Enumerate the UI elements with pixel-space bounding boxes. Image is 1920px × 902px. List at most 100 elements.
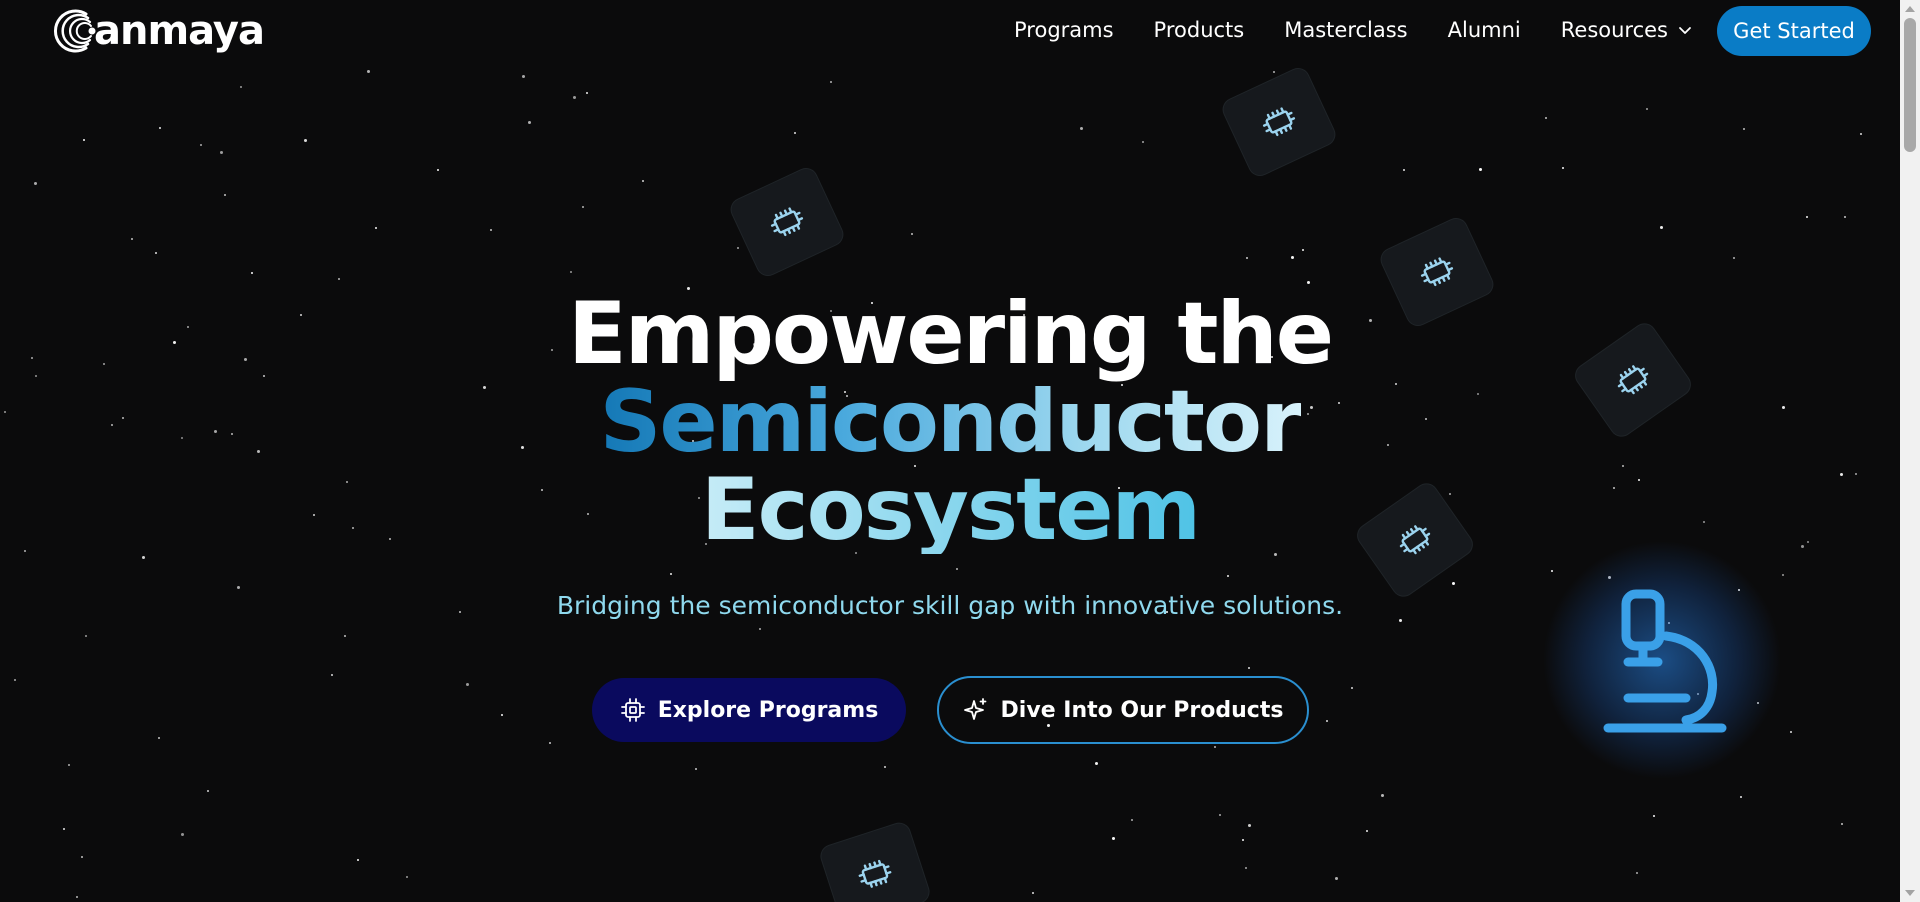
star xyxy=(1273,71,1275,73)
star xyxy=(1095,762,1098,765)
star xyxy=(1335,877,1338,880)
sparkle-icon xyxy=(963,698,986,720)
star xyxy=(1381,794,1384,797)
star xyxy=(251,272,253,274)
star xyxy=(1841,823,1843,825)
star xyxy=(528,121,531,124)
star xyxy=(1403,169,1405,171)
star xyxy=(63,828,65,830)
star xyxy=(1636,872,1638,874)
star xyxy=(240,86,242,88)
star xyxy=(1860,133,1862,135)
nav-programs[interactable]: Programs xyxy=(1014,18,1114,42)
star xyxy=(1479,168,1482,171)
star xyxy=(1112,837,1115,840)
star xyxy=(304,139,307,142)
star xyxy=(1844,216,1846,218)
star xyxy=(367,70,370,73)
star xyxy=(1142,141,1144,143)
star xyxy=(695,768,697,770)
scroll-up-arrow-icon[interactable] xyxy=(1905,6,1915,12)
star xyxy=(85,635,87,637)
star xyxy=(76,896,78,898)
floating-chip-card xyxy=(817,819,933,902)
star xyxy=(1326,720,1328,722)
floating-chip-card xyxy=(726,164,848,280)
star xyxy=(1032,892,1034,894)
star xyxy=(159,127,161,129)
star xyxy=(207,790,209,792)
star xyxy=(1351,687,1353,689)
star xyxy=(1782,574,1784,576)
star xyxy=(437,169,439,171)
brand-logo[interactable]: anmaya xyxy=(48,6,265,56)
chevron-down-icon xyxy=(1679,27,1691,34)
main-nav: Programs Products Masterclass Alumni Res… xyxy=(1014,18,1692,42)
floating-chip-card xyxy=(1218,64,1340,180)
star xyxy=(1545,117,1547,119)
dive-into-products-button[interactable]: Dive Into Our Products xyxy=(937,676,1309,744)
page-scrollbar[interactable] xyxy=(1900,0,1920,902)
explore-programs-button[interactable]: Explore Programs xyxy=(592,678,906,742)
star xyxy=(357,859,359,861)
star xyxy=(158,737,160,739)
star xyxy=(582,206,584,208)
chip-icon xyxy=(856,857,894,891)
star xyxy=(1562,167,1564,169)
nav-masterclass[interactable]: Masterclass xyxy=(1284,18,1407,42)
star xyxy=(1242,839,1244,841)
star xyxy=(1302,249,1304,251)
star xyxy=(911,233,913,235)
star xyxy=(642,180,644,182)
star xyxy=(375,227,377,229)
star xyxy=(1806,216,1808,218)
star xyxy=(1551,570,1553,572)
star xyxy=(224,194,226,196)
star xyxy=(237,586,240,589)
star xyxy=(220,151,223,154)
nav-resources-dropdown[interactable]: Resources xyxy=(1561,18,1692,42)
star xyxy=(68,764,70,766)
scroll-down-arrow-icon[interactable] xyxy=(1905,890,1915,896)
star xyxy=(549,742,551,744)
star xyxy=(200,144,202,146)
scrollbar-thumb[interactable] xyxy=(1904,18,1916,152)
hero-heading: Empowering the Semiconductor Ecosystem xyxy=(0,290,1900,554)
star xyxy=(1080,127,1083,130)
star xyxy=(1248,667,1250,669)
star xyxy=(1660,226,1663,229)
get-started-button[interactable]: Get Started xyxy=(1717,6,1871,56)
star xyxy=(1733,257,1735,259)
top-navbar: anmaya Programs Products Masterclass Alu… xyxy=(0,0,1900,62)
microscope-icon xyxy=(1603,589,1727,733)
star xyxy=(884,766,886,768)
star xyxy=(759,628,761,630)
star xyxy=(501,714,503,716)
star xyxy=(737,247,739,249)
star xyxy=(1646,108,1648,110)
star xyxy=(81,856,83,858)
star xyxy=(956,568,958,570)
star xyxy=(331,674,333,676)
star xyxy=(522,75,525,78)
nav-products[interactable]: Products xyxy=(1154,18,1245,42)
chip-icon xyxy=(767,204,807,240)
dive-into-products-label: Dive Into Our Products xyxy=(1000,697,1284,723)
chip-icon xyxy=(1259,104,1299,140)
star xyxy=(14,679,16,681)
star xyxy=(344,635,346,637)
star xyxy=(1452,582,1455,585)
star xyxy=(34,182,37,185)
star xyxy=(586,92,588,94)
star xyxy=(1246,257,1248,259)
star xyxy=(1245,867,1247,869)
star xyxy=(1366,830,1368,832)
nav-alumni[interactable]: Alumni xyxy=(1448,18,1521,42)
star xyxy=(181,833,184,836)
star xyxy=(490,229,492,231)
star xyxy=(1214,746,1216,748)
star xyxy=(406,876,408,878)
star xyxy=(1248,824,1251,827)
star xyxy=(466,683,469,686)
star xyxy=(670,573,672,575)
